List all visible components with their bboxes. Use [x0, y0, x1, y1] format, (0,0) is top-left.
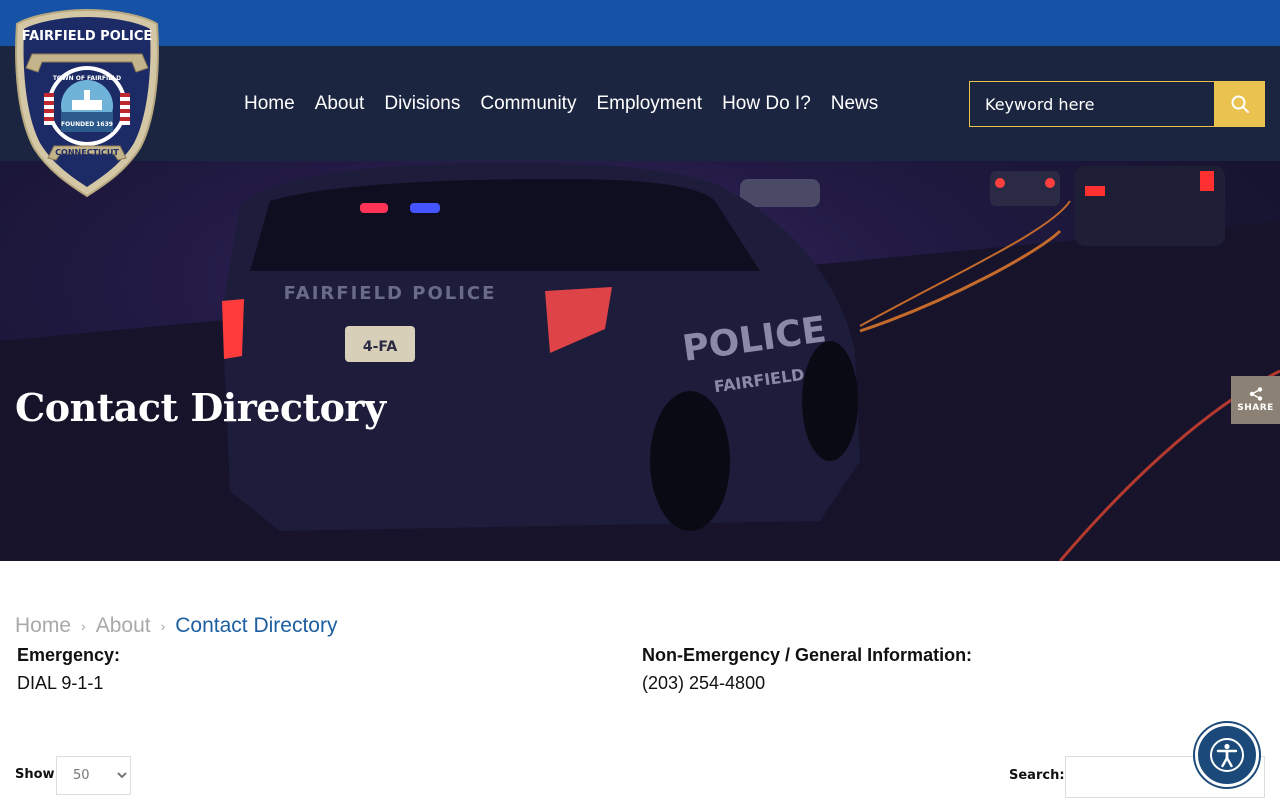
fairfield-police-logo[interactable]: FAIRFIELD POLICE TOWN OF FAIRFIELD FOUND… — [14, 8, 160, 198]
nav-community[interactable]: Community — [480, 93, 576, 115]
svg-text:CONNECTICUT: CONNECTICUT — [55, 148, 119, 157]
nav-divisions[interactable]: Divisions — [384, 93, 460, 115]
accessibility-button[interactable] — [1195, 723, 1259, 787]
police-car-image: 4-FA FAIRFIELD POLICE POLICE FAIRFIELD — [0, 162, 1280, 561]
breadcrumb: Home › About › Contact Directory — [15, 614, 337, 638]
show-entries-label: Show — [15, 767, 55, 782]
nav-news[interactable]: News — [831, 93, 879, 115]
breadcrumb-current: Contact Directory — [175, 614, 338, 637]
svg-text:4-FA: 4-FA — [363, 339, 398, 355]
search-icon — [1231, 95, 1249, 113]
page-size-select[interactable]: 50 — [56, 756, 131, 795]
svg-text:FOUNDED 1639: FOUNDED 1639 — [61, 121, 113, 128]
breadcrumb-home[interactable]: Home — [15, 614, 71, 638]
nav-employment[interactable]: Employment — [596, 93, 702, 115]
site-search-button[interactable] — [1215, 81, 1265, 127]
share-label: SHARE — [1237, 403, 1274, 413]
nav-home[interactable]: Home — [244, 93, 295, 115]
hero-banner: 4-FA FAIRFIELD POLICE POLICE FAIRFIELD C… — [0, 161, 1280, 561]
svg-text:TOWN OF FAIRFIELD: TOWN OF FAIRFIELD — [53, 75, 121, 82]
emergency-value: DIAL 9-1-1 — [17, 673, 104, 693]
table-search-label: Search: — [1009, 768, 1065, 783]
breadcrumb-about[interactable]: About — [96, 614, 151, 638]
site-search — [969, 81, 1265, 127]
non-emergency-value: (203) 254-4800 — [642, 673, 766, 693]
main-nav: Home About Divisions Community Employmen… — [244, 46, 878, 161]
accessibility-icon — [1210, 738, 1244, 772]
share-button[interactable]: SHARE — [1231, 376, 1280, 424]
top-bar — [0, 0, 1280, 46]
chevron-right-icon: › — [81, 618, 86, 634]
non-emergency-label: Non-Emergency / General Information: — [642, 645, 973, 665]
page-title: Contact Directory — [15, 385, 386, 430]
nav-about[interactable]: About — [315, 93, 365, 115]
emergency-label: Emergency: — [17, 645, 121, 665]
svg-text:FAIRFIELD POLICE: FAIRFIELD POLICE — [22, 29, 153, 44]
chevron-right-icon: › — [160, 618, 166, 634]
police-badge-icon: FAIRFIELD POLICE TOWN OF FAIRFIELD FOUND… — [15, 8, 159, 198]
svg-text:FAIRFIELD POLICE: FAIRFIELD POLICE — [284, 283, 497, 304]
share-icon — [1249, 387, 1262, 401]
nav-how-do-i[interactable]: How Do I? — [722, 93, 811, 115]
site-search-input[interactable] — [969, 81, 1215, 127]
